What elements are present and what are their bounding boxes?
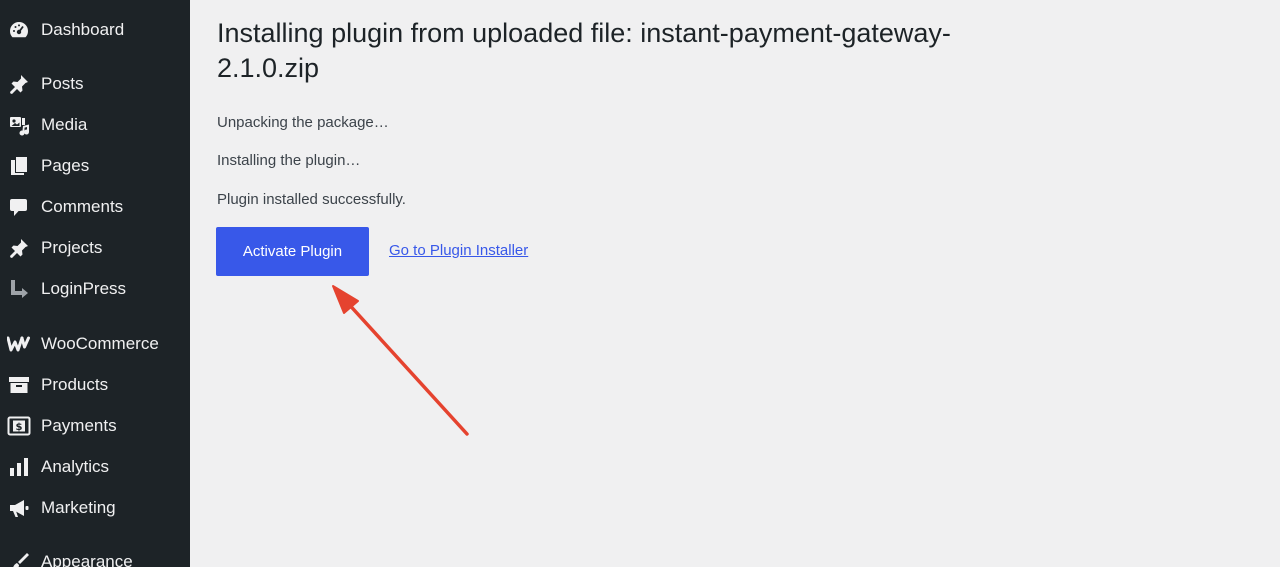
sidebar-item-label: Posts bbox=[41, 74, 84, 93]
svg-text:$: $ bbox=[16, 422, 23, 433]
loginpress-icon bbox=[7, 277, 31, 301]
sidebar-item-pages[interactable]: Pages bbox=[0, 149, 190, 183]
woocommerce-icon bbox=[7, 332, 31, 356]
bar-chart-icon bbox=[7, 455, 31, 479]
sidebar-item-marketing[interactable]: Marketing bbox=[0, 491, 190, 525]
comment-icon bbox=[7, 195, 31, 219]
sidebar-item-projects[interactable]: Projects bbox=[0, 231, 190, 265]
sidebar-item-label: Dashboard bbox=[41, 20, 125, 39]
admin-sidebar: Dashboard Posts Media Pages Comments Pro… bbox=[0, 0, 190, 567]
pages-icon bbox=[7, 154, 31, 178]
media-icon bbox=[7, 113, 31, 137]
sidebar-item-comments[interactable]: Comments bbox=[0, 190, 190, 224]
sidebar-item-dashboard[interactable]: Dashboard bbox=[0, 13, 190, 47]
page-title: Installing plugin from uploaded file: in… bbox=[217, 18, 951, 83]
sidebar-item-media[interactable]: Media bbox=[0, 108, 190, 142]
sidebar-item-label: WooCommerce bbox=[41, 334, 159, 353]
activate-plugin-button[interactable]: Activate Plugin bbox=[216, 227, 369, 276]
status-success: Plugin installed successfully. bbox=[217, 191, 406, 208]
sidebar-item-label: LoginPress bbox=[41, 279, 127, 298]
pushpin-icon bbox=[7, 236, 31, 260]
sidebar-item-label: Media bbox=[41, 115, 88, 134]
dollar-icon: $ bbox=[7, 414, 31, 438]
sidebar-item-woocommerce[interactable]: WooCommerce bbox=[0, 327, 190, 361]
go-to-plugin-installer-link[interactable]: Go to Plugin Installer bbox=[389, 241, 528, 261]
paintbrush-icon bbox=[7, 550, 31, 567]
wordpress-admin: Dashboard Posts Media Pages Comments Pro… bbox=[0, 0, 1280, 567]
sidebar-item-label: Comments bbox=[41, 197, 124, 216]
sidebar-item-label: Marketing bbox=[41, 498, 116, 517]
pushpin-icon bbox=[7, 72, 31, 96]
sidebar-item-payments[interactable]: $ Payments bbox=[0, 409, 190, 443]
sidebar-item-analytics[interactable]: Analytics bbox=[0, 450, 190, 484]
sidebar-item-label: Products bbox=[41, 375, 109, 394]
archive-box-icon bbox=[7, 373, 31, 397]
sidebar-item-label: Appearance bbox=[41, 552, 133, 567]
sidebar-item-products[interactable]: Products bbox=[0, 368, 190, 402]
status-installing: Installing the plugin… bbox=[217, 152, 361, 169]
megaphone-icon bbox=[7, 496, 31, 520]
sidebar-item-label: Pages bbox=[41, 156, 90, 175]
sidebar-item-posts[interactable]: Posts bbox=[0, 67, 190, 101]
status-unpacking: Unpacking the package… bbox=[217, 114, 389, 131]
sidebar-item-label: Analytics bbox=[41, 457, 110, 476]
sidebar-item-loginpress[interactable]: LoginPress bbox=[0, 272, 190, 306]
main-content: Installing plugin from uploaded file: in… bbox=[190, 0, 1280, 567]
dashboard-icon bbox=[7, 18, 31, 42]
sidebar-item-label: Payments bbox=[41, 416, 117, 435]
sidebar-item-appearance[interactable]: Appearance bbox=[0, 545, 190, 567]
sidebar-item-label: Projects bbox=[41, 238, 103, 257]
